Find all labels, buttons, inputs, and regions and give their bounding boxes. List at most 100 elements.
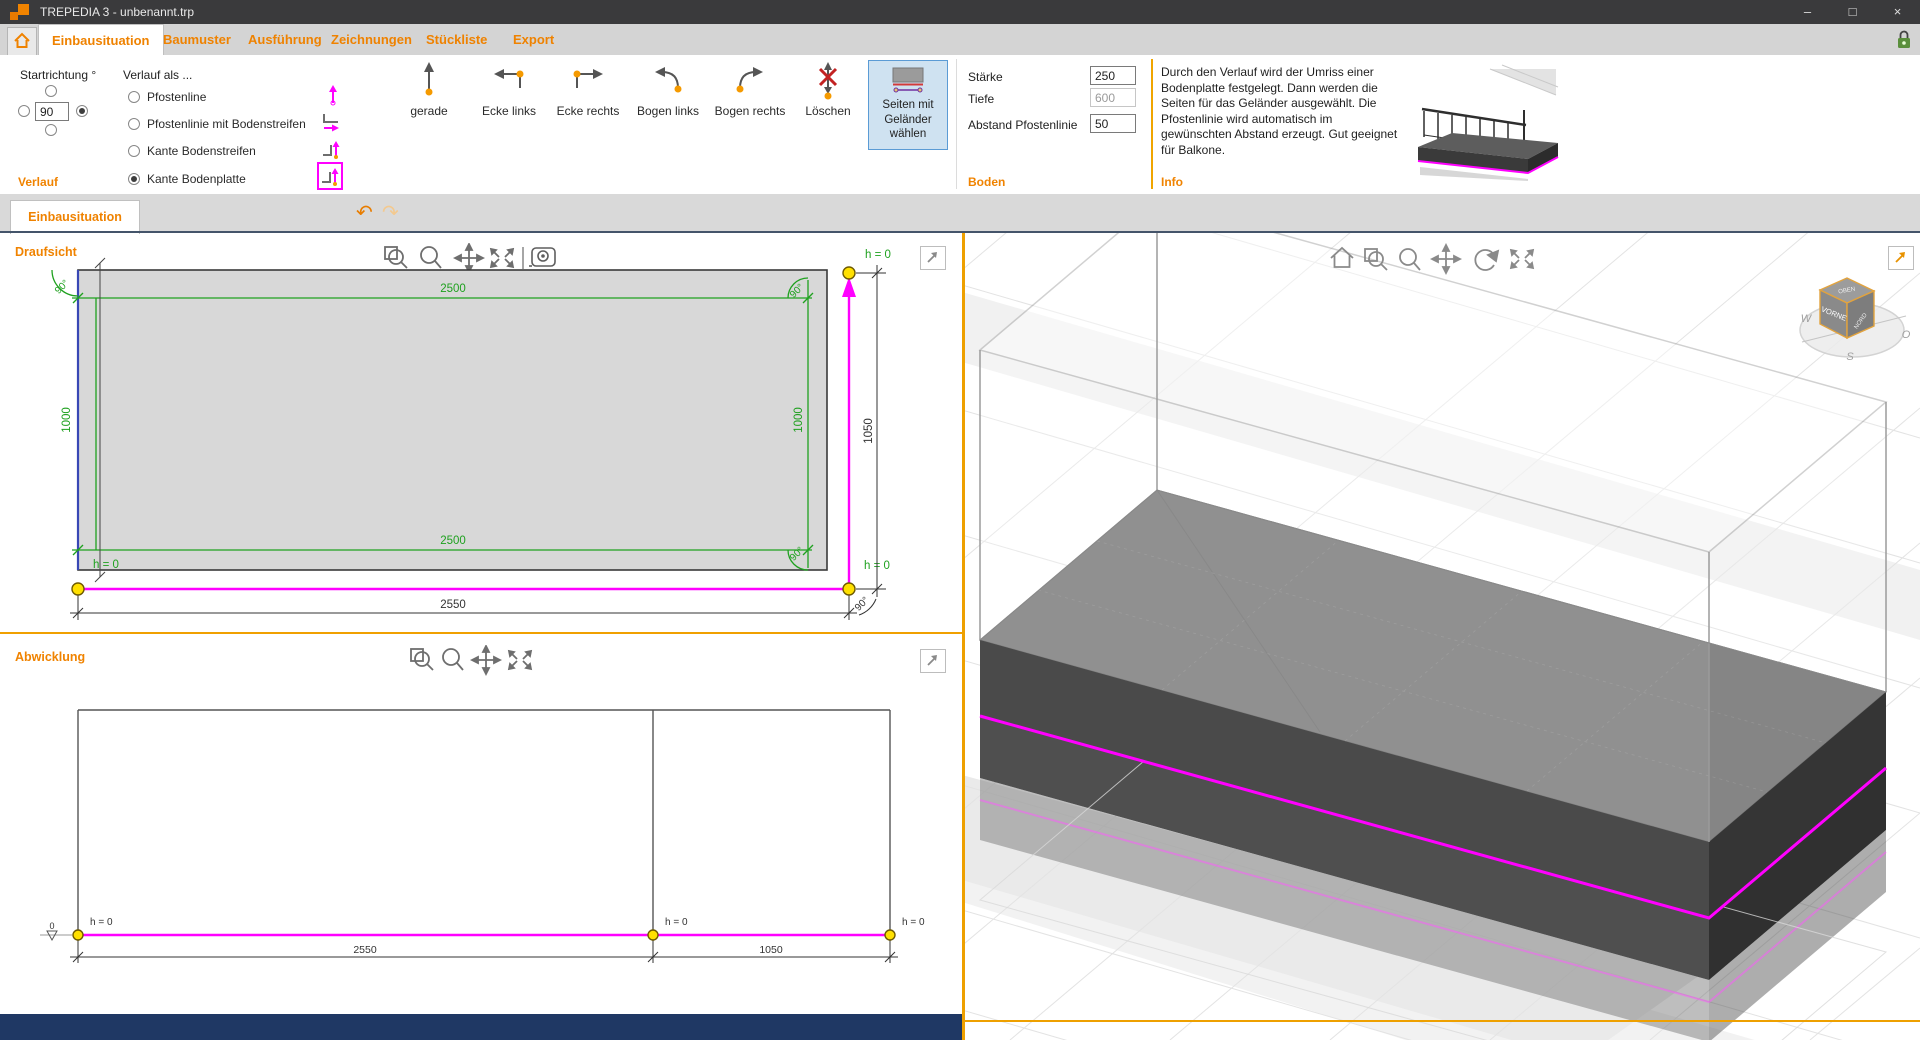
startrichtung-radio-right[interactable] bbox=[76, 105, 88, 117]
protection-icon[interactable] bbox=[1894, 29, 1914, 51]
kante-bodenstreifen-icon bbox=[320, 137, 342, 161]
option-radio-pfostenlinie-bodenstreifen[interactable] bbox=[128, 118, 140, 130]
tiefe-input bbox=[1090, 88, 1136, 107]
viewer-3d[interactable]: VORNE OBEN NORD W S O bbox=[962, 233, 1920, 1040]
dim-top: 2500 bbox=[440, 283, 466, 295]
dim-right-inner: 1000 bbox=[793, 407, 805, 433]
section-label-verlauf: Verlauf bbox=[18, 175, 58, 189]
tool-bogen-links[interactable]: Bogen links bbox=[634, 60, 702, 130]
close-button[interactable]: × bbox=[1875, 0, 1920, 24]
home-view-icon[interactable] bbox=[1331, 248, 1353, 267]
tab-export[interactable]: Export bbox=[500, 24, 567, 55]
kante-bodenplatte-icon bbox=[319, 164, 341, 188]
window-title: TREPEDIA 3 - unbenannt.trp bbox=[40, 5, 194, 19]
home-tab[interactable] bbox=[7, 27, 37, 56]
minimize-button[interactable]: – bbox=[1785, 0, 1830, 24]
maximize-button[interactable]: □ bbox=[1830, 0, 1875, 24]
tab-baumuster[interactable]: Baumuster bbox=[150, 24, 244, 55]
bodenplatte-outline bbox=[78, 270, 827, 570]
h0-mid: h = 0 bbox=[665, 917, 688, 928]
expand-icon bbox=[1889, 247, 1913, 269]
h0-left: h = 0 bbox=[90, 917, 113, 928]
fit-view-icon[interactable] bbox=[1511, 250, 1533, 268]
undo-button[interactable]: ↶ bbox=[356, 202, 373, 224]
gerade-icon bbox=[417, 60, 441, 98]
abwicklung-outline bbox=[78, 710, 890, 941]
option-radio-pfostenline[interactable] bbox=[128, 91, 140, 103]
viewer-toolbar[interactable] bbox=[1328, 243, 1548, 277]
h0-top-right: h = 0 bbox=[865, 249, 891, 261]
tab-zeichnungen[interactable]: Zeichnungen bbox=[318, 24, 425, 55]
pfostenline-icon bbox=[320, 83, 342, 107]
startrichtung-radio-down[interactable] bbox=[45, 124, 57, 136]
document-tab-bar: Einbausituation ↶ ↷ Fenster ausschneiden bbox=[0, 194, 1920, 233]
option-label-kante-bodenplatte[interactable]: Kante Bodenplatte bbox=[147, 172, 246, 186]
option-label-kante-bodenstreifen[interactable]: Kante Bodenstreifen bbox=[147, 144, 256, 158]
tool-bogen-rechts[interactable]: Bogen rechts bbox=[714, 60, 786, 130]
info-text: Durch den Verlauf wird der Umriss einer … bbox=[1161, 65, 1405, 159]
startrichtung-input[interactable] bbox=[35, 102, 69, 121]
zoom-window-icon[interactable] bbox=[1365, 249, 1387, 270]
staerke-input[interactable] bbox=[1090, 66, 1136, 85]
verlauf-als-label: Verlauf als ... bbox=[123, 68, 192, 82]
section-label-boden: Boden bbox=[968, 175, 1005, 189]
section-label-info: Info bbox=[1161, 175, 1183, 189]
bogen-rechts-icon bbox=[732, 62, 768, 100]
dim-segment-right: 1050 bbox=[759, 944, 783, 956]
compass-west: W bbox=[1801, 313, 1813, 325]
zoom-icon[interactable] bbox=[1400, 249, 1420, 270]
pfostenlinie-bodenstreifen-icon bbox=[320, 110, 342, 134]
dim-bottom-inner: 2500 bbox=[440, 535, 466, 547]
tool-loeschen[interactable]: Löschen bbox=[800, 60, 856, 130]
tool-gerade[interactable]: gerade bbox=[405, 60, 453, 130]
compass-east: O bbox=[1902, 329, 1911, 341]
main-tab-bar: Einbausituation Baumuster Ausführung Zei… bbox=[0, 24, 1920, 56]
abstand-pfostenlinie-label: Abstand Pfostenlinie bbox=[968, 118, 1077, 132]
balcony-preview-image bbox=[1406, 63, 1574, 181]
startrichtung-label: Startrichtung ° bbox=[20, 68, 96, 82]
startrichtung-radio-up[interactable] bbox=[45, 85, 57, 97]
ecke-links-icon bbox=[491, 62, 527, 98]
ribbon: Startrichtung ° Verlauf als ... Pfostenl… bbox=[0, 55, 1920, 195]
option-radio-kante-bodenstreifen[interactable] bbox=[128, 145, 140, 157]
startrichtung-radio-left[interactable] bbox=[18, 105, 30, 117]
tool-ecke-rechts[interactable]: Ecke rechts bbox=[553, 60, 623, 130]
ecke-rechts-icon bbox=[570, 62, 606, 98]
info-separator bbox=[1151, 59, 1153, 189]
seiten-mit-gelaender-button[interactable]: Seiten mit Geländer wählen bbox=[868, 60, 948, 150]
angle-outer: 90° bbox=[853, 595, 871, 613]
doc-tab-einbausituation[interactable]: Einbausituation bbox=[10, 200, 140, 234]
datum-symbol: 0 bbox=[40, 921, 72, 940]
dim-right-outer: 1050 bbox=[863, 418, 875, 444]
abstand-pfostenlinie-input[interactable] bbox=[1090, 114, 1136, 133]
datum-zero: 0 bbox=[49, 921, 54, 931]
tiefe-label: Tiefe bbox=[968, 92, 994, 106]
option-radio-kante-bodenplatte[interactable] bbox=[128, 173, 140, 185]
abwicklung-drawing: 0 h = 0 h = 0 h = 0 2550 1050 bbox=[0, 634, 962, 1014]
option-label-pfostenline[interactable]: Pfostenline bbox=[147, 90, 206, 104]
redo-button: ↷ bbox=[382, 202, 399, 224]
abwicklung-h0-labels: h = 0 h = 0 h = 0 bbox=[90, 917, 925, 928]
option-label-pfostenlinie-bodenstreifen[interactable]: Pfostenlinie mit Bodenstreifen bbox=[147, 117, 306, 131]
dim-left: 1000 bbox=[61, 407, 73, 433]
tool-ecke-links[interactable]: Ecke links bbox=[478, 60, 540, 130]
compass-south: S bbox=[1846, 351, 1854, 363]
viewer-left-divider bbox=[962, 233, 965, 1040]
tab-einbausituation[interactable]: Einbausituation bbox=[38, 24, 164, 55]
staerke-label: Stärke bbox=[968, 70, 1003, 84]
pan-icon[interactable] bbox=[1432, 245, 1460, 273]
home-icon bbox=[13, 32, 31, 50]
tab-stueckliste[interactable]: Stückliste bbox=[413, 24, 500, 55]
dim-segment-left: 2550 bbox=[353, 944, 377, 956]
draufsicht-drawing: 2500 2500 1000 1000 90° 90° 90° h = 0 h … bbox=[0, 233, 962, 632]
bogen-links-icon bbox=[650, 62, 686, 100]
app-logo-icon bbox=[8, 4, 32, 21]
ribbon-separator bbox=[956, 59, 957, 189]
viewer-bottom-divider bbox=[965, 1020, 1920, 1022]
seiten-gelaender-label: Seiten mit Geländer wählen bbox=[869, 98, 947, 141]
h0-bottom-left: h = 0 bbox=[93, 559, 119, 571]
viewer-expand-button[interactable] bbox=[1888, 246, 1914, 270]
bottom-status-bar bbox=[0, 1014, 962, 1040]
seiten-gelaender-icon bbox=[887, 66, 929, 94]
orbit-icon[interactable] bbox=[1475, 250, 1498, 270]
